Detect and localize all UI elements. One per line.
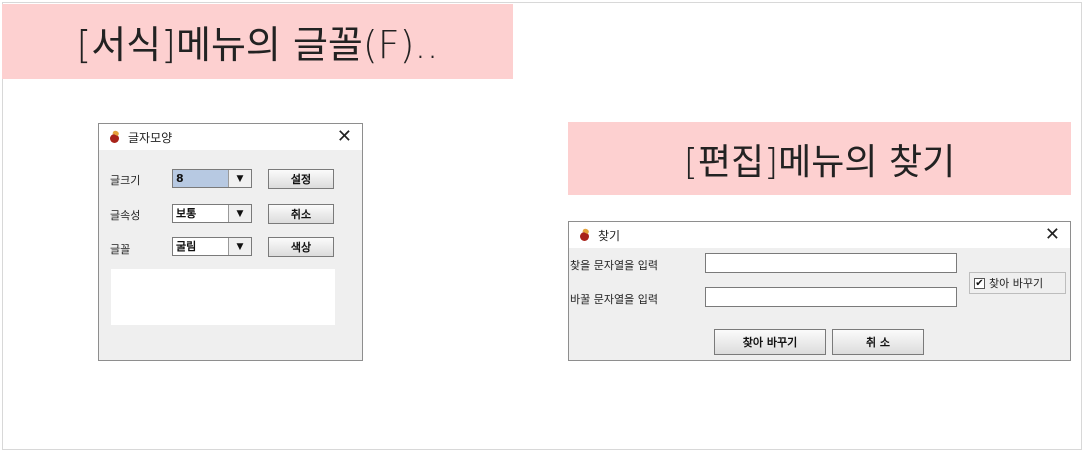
cancel-button[interactable]: 취소 xyxy=(268,204,334,224)
replace-text-input[interactable] xyxy=(705,287,957,307)
chevron-down-icon[interactable]: ▼ xyxy=(228,170,251,187)
font-dialog-titlebar: 글자모양 ✕ xyxy=(99,124,362,150)
find-dialog-title: 찾기 xyxy=(598,228,621,243)
font-size-value: 8 xyxy=(173,170,228,187)
set-button[interactable]: 설정 xyxy=(268,169,334,189)
cancel-button[interactable]: 취 소 xyxy=(832,329,924,355)
find-dialog-titlebar: 찾기 ✕ xyxy=(569,222,1070,248)
color-button[interactable]: 색상 xyxy=(268,237,334,257)
font-dialog: 글자모양 ✕ 글크기 8 ▼ 설정 글속성 보통 ▼ 취소 글꼴 굴림 ▼ 색상 xyxy=(98,123,363,361)
java-cup-icon xyxy=(109,131,121,143)
edit-menu-banner: [편집]메뉴의 찾기 xyxy=(568,122,1071,195)
chevron-down-icon[interactable]: ▼ xyxy=(228,205,251,222)
font-preview-area xyxy=(111,269,335,325)
format-menu-banner: [서식]메뉴의 글꼴(F).. xyxy=(2,4,513,79)
find-replace-button[interactable]: 찾아 바꾸기 xyxy=(714,329,826,355)
replace-checkbox-label: 찾아 바꾸기 xyxy=(989,277,1044,290)
font-family-value: 굴림 xyxy=(176,240,197,253)
font-style-combo[interactable]: 보통 ▼ xyxy=(172,204,252,223)
font-dialog-title: 글자모양 xyxy=(128,130,173,145)
find-text-label: 찾을 문자열을 입력 xyxy=(570,259,658,272)
checkmark-icon[interactable]: ✔ xyxy=(974,277,985,289)
font-size-label: 글크기 xyxy=(110,174,141,187)
font-size-combo[interactable]: 8 ▼ xyxy=(172,169,252,188)
find-text-input[interactable] xyxy=(705,253,957,273)
replace-checkbox[interactable]: ✔ 찾아 바꾸기 xyxy=(969,272,1066,294)
font-family-combo[interactable]: 굴림 ▼ xyxy=(172,237,252,256)
close-icon[interactable]: ✕ xyxy=(1045,224,1060,246)
chevron-down-icon[interactable]: ▼ xyxy=(228,238,251,255)
replace-text-label: 바꿀 문자열을 입력 xyxy=(570,293,658,306)
font-style-value: 보통 xyxy=(176,207,197,220)
font-style-label: 글속성 xyxy=(110,209,141,222)
find-dialog: 찾기 ✕ 찾을 문자열을 입력 바꿀 문자열을 입력 ✔ 찾아 바꾸기 찾아 바… xyxy=(568,221,1071,361)
font-family-label: 글꼴 xyxy=(110,243,131,256)
close-icon[interactable]: ✕ xyxy=(337,126,352,148)
java-cup-icon xyxy=(579,229,591,241)
